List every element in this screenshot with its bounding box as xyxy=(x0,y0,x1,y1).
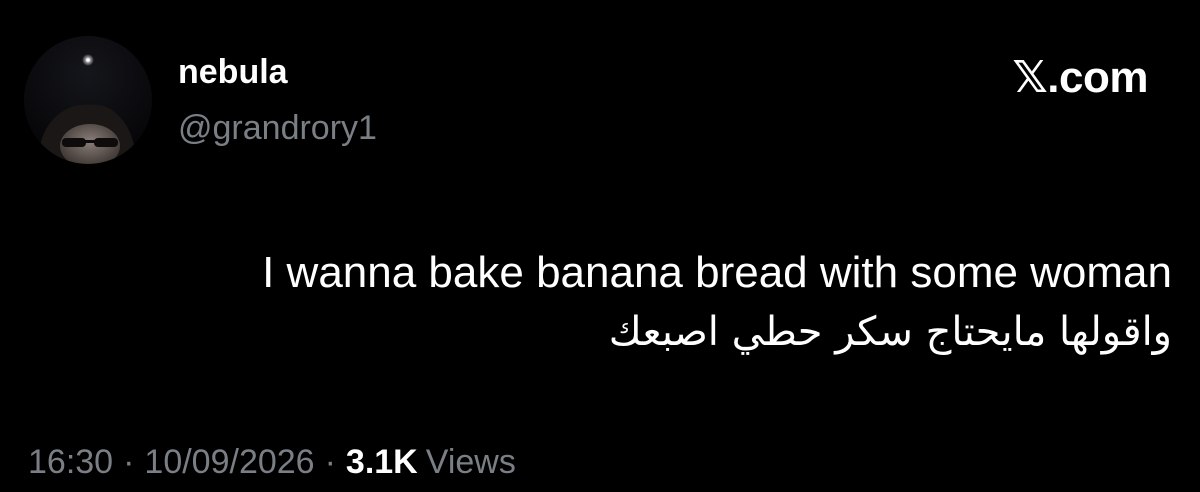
tweet-card: nebula @grandrory1 𝕏.com I wanna bake ba… xyxy=(0,0,1200,492)
views-label: Views xyxy=(425,443,516,481)
author-handle[interactable]: @grandrory1 xyxy=(178,108,377,148)
author-avatar[interactable] xyxy=(24,36,152,164)
views-count[interactable]: 3.1K xyxy=(346,443,418,481)
tweet-meta: 16:30 · 10/09/2026 · 3.1K Views xyxy=(28,440,516,484)
x-logo-icon[interactable]: 𝕏.com xyxy=(1012,54,1148,102)
profile-photo-icon xyxy=(24,36,152,164)
tweet-time[interactable]: 16:30 xyxy=(28,443,113,481)
tweet-text-line-arabic: واقولها مايحتاج سكر حطي اصبعك xyxy=(608,309,1172,355)
meta-separator: · xyxy=(123,443,135,481)
meta-separator: · xyxy=(324,443,336,481)
tweet-date[interactable]: 10/09/2026 xyxy=(144,443,314,481)
author-display-name[interactable]: nebula xyxy=(178,52,288,92)
tweet-text: I wanna bake banana bread with some woma… xyxy=(72,246,1172,360)
tweet-text-line-english: I wanna bake banana bread with some woma… xyxy=(262,248,1172,297)
